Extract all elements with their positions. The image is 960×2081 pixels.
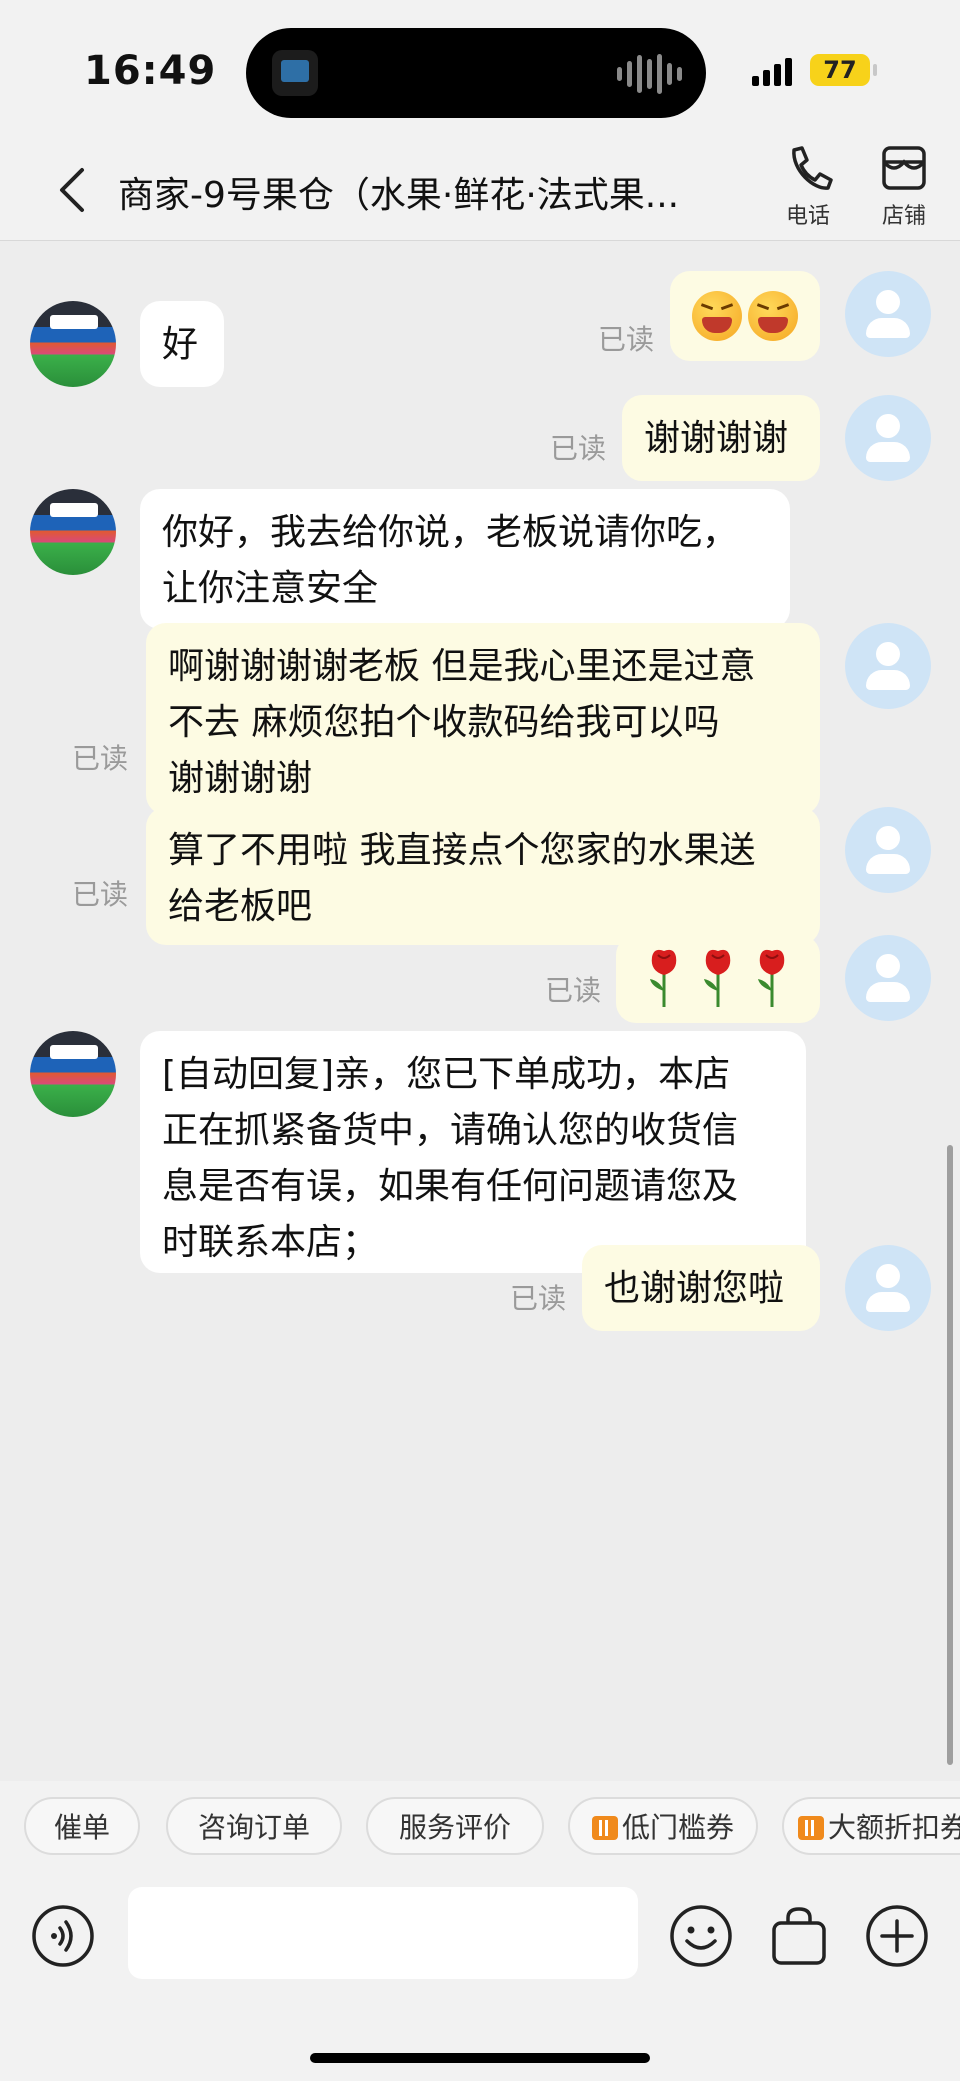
store-icon [882,146,926,190]
my-avatar[interactable] [845,807,931,893]
my-avatar[interactable] [845,623,931,709]
battery-indicator: 77 [810,54,877,86]
my-avatar[interactable] [845,935,931,1021]
message-bubble-me[interactable]: 谢谢谢谢 [622,395,820,481]
message-line: 给老板吧 [168,886,313,927]
store-button[interactable]: 店铺 [864,140,944,240]
phone-icon [792,146,833,190]
chip-label: 咨询订单 [197,1811,310,1844]
shopping-bag-icon[interactable] [766,1903,832,1969]
message-line: 不去 麻烦您拍个收款码给我可以吗 [168,702,720,743]
home-indicator[interactable] [310,2053,650,2063]
quick-action-service-review[interactable]: 服务评价 [366,1797,544,1855]
message-text: 谢谢谢谢 [644,418,789,459]
signal-icon [752,56,792,86]
my-avatar[interactable] [845,271,931,357]
message-bubble-me[interactable] [616,935,820,1023]
message-line: 你好，我去给你说，老板说请你吃， [162,512,739,553]
read-receipt: 已读 [72,742,129,775]
message-bubble-shop[interactable]: 你好，我去给你说，老板说请你吃， 让你注意安全 [140,489,790,629]
read-receipt: 已读 [510,1282,567,1315]
chat-messages[interactable]: 已读 好 已读 谢谢谢谢 你好，我去给你说，老板说请你吃， 让你注意安全 已读 … [0,241,960,1781]
message-bubble-me[interactable]: 也谢谢您啦 [582,1245,820,1331]
coupon-icon [798,1816,824,1840]
message-bubble-me[interactable] [670,271,820,361]
shop-avatar[interactable] [30,489,116,575]
shop-avatar[interactable] [30,301,116,387]
read-receipt: 已读 [598,323,655,356]
quick-action-order-inquiry[interactable]: 咨询订单 [166,1797,342,1855]
read-receipt: 已读 [545,974,602,1007]
read-receipt: 已读 [72,878,129,911]
quick-actions-bar: 催单 咨询订单 服务评价 低门槛券 大额折扣券 [0,1781,960,1881]
my-avatar[interactable] [845,1245,931,1331]
input-bar [0,1881,960,2081]
phone-label: 电话 [785,204,830,229]
rose-icon [650,949,677,1007]
dynamic-island [246,28,706,118]
message-text: 也谢谢您啦 [604,1268,785,1309]
rose-icon [758,949,785,1007]
audio-wave-icon [617,54,682,94]
chat-title: 商家-9号果仓（水果·鲜花·法式果... [118,175,680,216]
message-line: [自动回复]亲，您已下单成功，本店 [162,1054,731,1095]
message-line: 正在抓紧备货中，请确认您的收货信 [162,1110,739,1151]
chip-label: 催单 [53,1811,110,1844]
phone-button[interactable]: 电话 [768,140,848,240]
quick-action-big-discount-coupon[interactable]: 大额折扣券 [782,1797,960,1855]
coupon-icon [591,1816,618,1840]
read-receipt: 已读 [550,432,607,465]
chip-label: 大额折扣券 [828,1811,960,1844]
message-line: 算了不用啦 我直接点个您家的水果送 [168,830,756,871]
quick-action-low-threshold-coupon[interactable]: 低门槛券 [568,1797,758,1855]
message-bubble-shop[interactable]: 好 [140,301,224,387]
laughing-face-icon [748,291,798,341]
chat-scrollbar[interactable] [947,1145,953,1765]
laughing-face-icon [692,291,742,341]
store-label: 店铺 [881,204,926,229]
message-line: 啊谢谢谢谢老板 但是我心里还是过意 [168,646,756,687]
emoji-icon[interactable] [668,1903,734,1969]
plus-icon[interactable] [864,1903,930,1969]
status-bar: 16:49 77 [0,0,960,140]
quick-action-urge-order[interactable]: 催单 [24,1797,140,1855]
back-arrow-icon[interactable] [50,162,98,218]
live-activity-app-icon [272,50,318,96]
message-input[interactable] [128,1887,638,1979]
shop-avatar[interactable] [30,1031,116,1117]
my-avatar[interactable] [845,395,931,481]
chip-label: 服务评价 [398,1811,511,1844]
chip-label: 低门槛券 [621,1811,734,1844]
message-bubble-shop[interactable]: [自动回复]亲，您已下单成功，本店 正在抓紧备货中，请确认您的收货信 息是否有误… [140,1031,806,1273]
message-bubble-me[interactable]: 算了不用啦 我直接点个您家的水果送 给老板吧 [146,807,820,945]
voice-input-icon[interactable] [30,1903,96,1969]
message-bubble-me[interactable]: 啊谢谢谢谢老板 但是我心里还是过意 不去 麻烦您拍个收款码给我可以吗 谢谢谢谢 [146,623,820,815]
message-line: 让你注意安全 [162,568,379,609]
message-text: 好 [162,324,199,365]
rose-icon [704,949,731,1007]
chat-header: 商家-9号果仓（水果·鲜花·法式果... 电话 店铺 [0,140,960,241]
status-time: 16:49 [84,48,217,94]
message-line: 谢谢谢谢 [168,758,313,799]
message-line: 息是否有误，如果有任何问题请您及 [162,1166,739,1207]
